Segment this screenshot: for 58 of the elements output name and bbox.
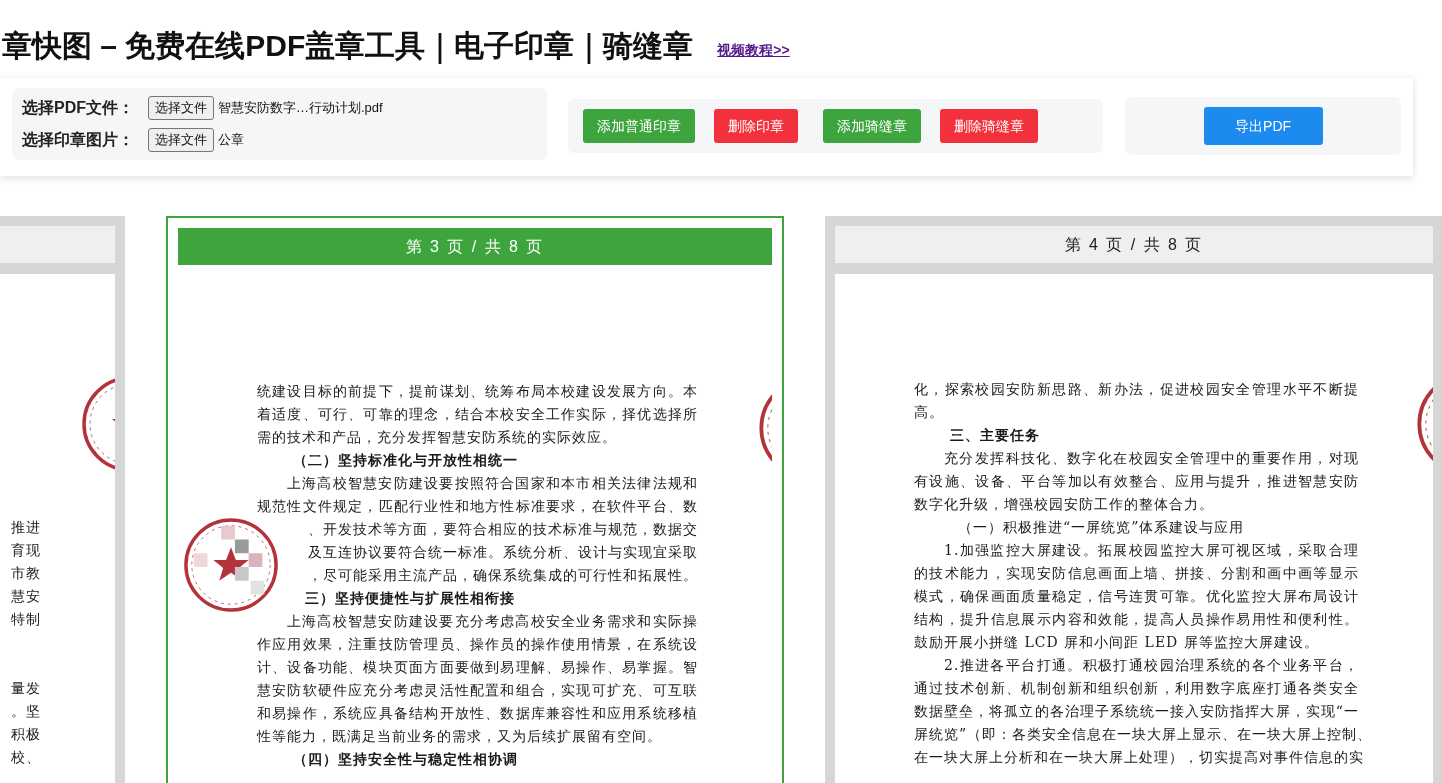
add-button[interactable]: 添加普通印章 [582,109,695,143]
document-line: 着适度、可行、可靠的理念，结合本校安全工作实际，择优选择所 [257,405,698,424]
field-label: 选择PDF文件： [22,98,135,118]
page-header: 第 4 页 / 共 8 页 [835,226,1433,263]
document-line: 和易操作，系统应具备结构开放性、数据库兼容性和应用系统移植 [257,704,698,723]
field-label: 选择印章图片： [22,130,135,150]
tutorial-link[interactable]: 视频教程>> [717,39,790,61]
document-line: （一）积极推进“一屏统览”体系建设与应用 [957,518,1246,537]
document-line: （四）坚持安全性与稳定性相协调 [292,750,519,769]
document-line: 作应用效果，注重技防管理员、操作员的操作使用情景，在系统设 [257,635,698,654]
document-line: 性等能力，既满足当前业务的需求，又为后续扩展留有空间。 [257,727,663,746]
add-button[interactable]: 添加骑缝章 [822,109,921,143]
document-line: 的技术能力，实现安防信息画面上墙、拼接、分割和画中画等显示 [914,564,1359,583]
document-line: 规范性文件规定，匹配行业性和地方性标准要求，在软件平台、数 [257,497,698,516]
document-line: 上海高校智慧安防建设要按照符合国家和本市相关法律法规和 [286,474,698,493]
document-line: 屏统览”（即：各类安全信息在一块大屏上显示、在一块大屏上控制、 [914,725,1359,744]
document-line: 慧安防软硬件应充分考虑灵活性配置和组合，实现可扩充、可互联 [257,681,698,700]
document-line: 高。 [914,403,945,422]
document-line: 有设施、设备、平台等加以有效整合、应用与提升，推进智慧安防 [914,472,1359,491]
document-line: 推进 [10,518,41,537]
document-line: 上海高校智慧安防建设要充分考虑高校安全业务需求和实际操 [286,612,698,631]
document-line: 。坚 [10,702,41,721]
document-line: 需的技术和产品，充分发挥智慧安防系统的实际效应。 [257,428,618,447]
document-line: 育现 [10,541,41,560]
file-name: 公章 [218,131,244,150]
document-line: 鼓励开展小拼缝 LCD 屏和小间距 LED 屏等监控大屏建设。 [914,633,1320,652]
document-line: 通过技术创新、机制创新和组织创新，利用数字底座打通各类安全 [914,679,1359,698]
document-line: 计、设备功能、模块页面方面要做到易理解、易操作、易掌握。智 [257,658,698,677]
document-line: 慧安 [10,587,41,606]
document-line: 模式，确保画面质量稳定，信号连贯可靠。优化监控大屏布局设计 [914,587,1359,606]
document-line: 校、 [10,748,41,767]
document-line: 数据壁垒，将孤立的各治理子系统统一接入安防指挥大屏，实现“一 [914,702,1359,721]
document-line: 积极 [10,725,41,744]
document-line: 及互连协议要符合统一标准。系统分析、设计与实现宜采取 [307,543,698,562]
delete-button[interactable]: 删除印章 [713,109,798,143]
document-line: 数字化升级，增强校园安防工作的整体合力。 [914,495,1215,514]
document-line: 三、主要任务 [949,426,1041,445]
document-line: 、开发技术等方面，要符合相应的技术标准与规范，数据交 [307,520,698,539]
document-line: 1.加强监控大屏建设。拓展校园监控大屏可视区域，采取合理 [943,541,1359,560]
document-line: 统建设目标的前提下，提前谋划、统筹布局本校建设发展方向。本 [257,382,698,401]
delete-button[interactable]: 删除骑缝章 [939,109,1038,143]
document-line: （二）坚持标准化与开放性相统一 [292,451,519,470]
document-line: 化，探索校园安防新思路、新办法，促进校园安全管理水平不断提 [914,380,1359,399]
document-line: 特制 [10,610,41,629]
document-line: ，尽可能采用主流产品，确保系统集成的可行性和拓展性。 [307,566,698,585]
document-line: 2.推进各平台打通。积极打通校园治理系统的各个业务平台， [943,656,1359,675]
page-title: 章快图 – 免费在线PDF盖章工具｜电子印章｜骑缝章 [2,28,694,64]
document-line: 结构，提升信息展示内容和效能，提高人员操作易用性和便利性。 [914,610,1359,629]
document-line: 量发 [10,679,41,698]
export-button[interactable]: 导出PDF [1203,107,1323,145]
file-name: 智慧安防数字…行动计划.pdf [218,99,383,118]
page-frame[interactable]: 推进 育现 市教 慧安 特制 量发 。坚 积极 校、 [0,216,125,783]
file-button[interactable]: 选择文件 [148,96,214,120]
document-line: 充分发挥科技化、数字化在校园安全管理中的重要作用，对现 [943,449,1359,468]
document-line: 三）坚持便捷性与扩展性相衔接 [304,589,516,608]
document-line: 市教 [10,564,41,583]
page-header: 第 3 页 / 共 8 页 [178,228,772,265]
file-button[interactable]: 选择文件 [148,128,214,152]
